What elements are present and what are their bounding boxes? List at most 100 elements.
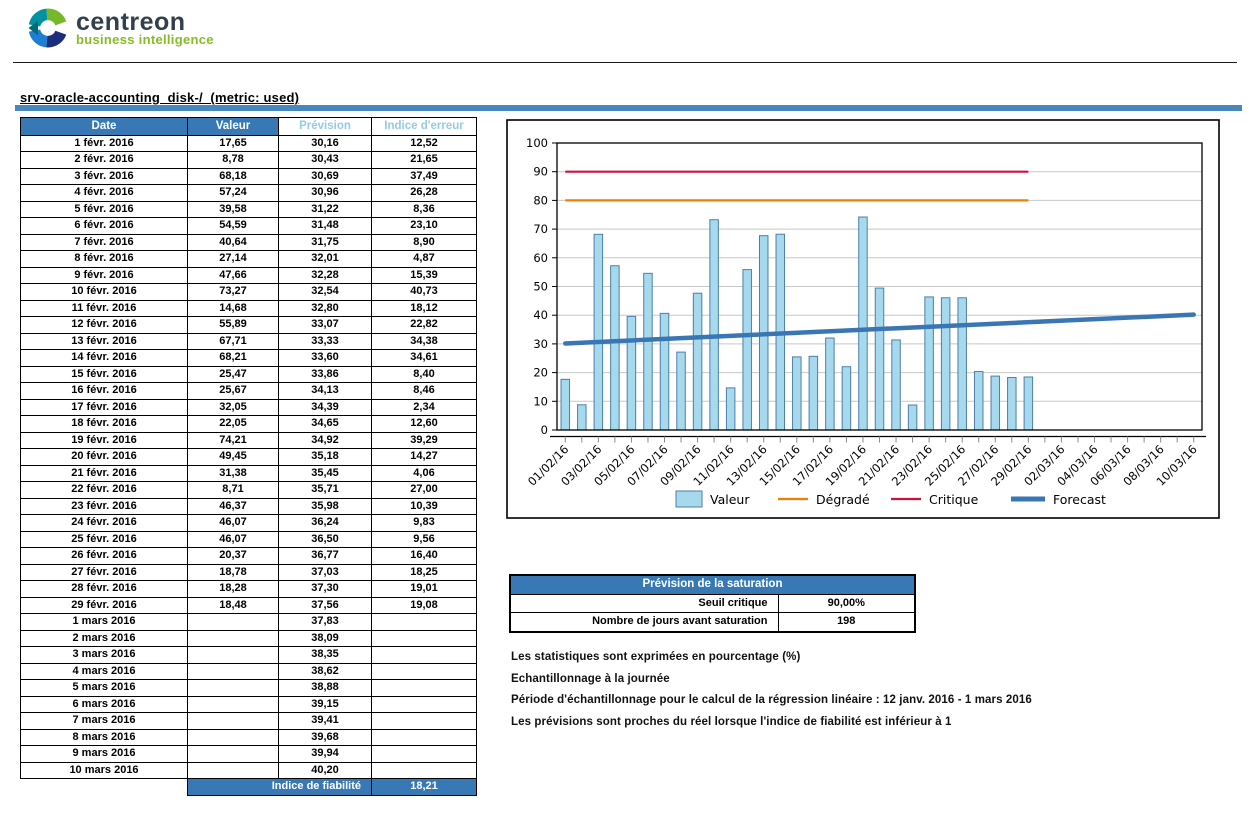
table-cell: 25,47 — [188, 366, 279, 383]
table-cell — [188, 663, 279, 680]
table-row: 14 févr. 201668,2133,6034,61 — [21, 350, 477, 367]
table-cell: 8,40 — [372, 366, 477, 383]
table-cell: 46,07 — [188, 515, 279, 532]
report-title: srv-oracle-accounting disk-/ (metric: us… — [20, 90, 299, 105]
table-cell: 68,18 — [188, 168, 279, 185]
table-cell: 35,18 — [279, 449, 372, 466]
report-page: centreon business intelligence srv-oracl… — [0, 0, 1249, 816]
y-tick-label: 90 — [533, 165, 548, 179]
table-cell: 11 févr. 2016 — [21, 300, 188, 317]
table-cell: 55,89 — [188, 317, 279, 334]
table-cell — [188, 647, 279, 664]
table-row: 26 févr. 201620,3736,7716,40 — [21, 548, 477, 565]
note-line: Echantillonnage à la journée — [511, 673, 1032, 685]
table-row: 8 févr. 201627,1432,014,87 — [21, 251, 477, 268]
saturation-row-value: 198 — [778, 613, 915, 632]
table-cell: 34,61 — [372, 350, 477, 367]
table-cell: 18,28 — [188, 581, 279, 598]
table-cell — [188, 696, 279, 713]
table-cell: 46,07 — [188, 531, 279, 548]
note-line: Les statistiques sont exprimées en pourc… — [511, 651, 1032, 663]
value-bar — [743, 270, 752, 430]
table-row: 2 févr. 20168,7830,4321,65 — [21, 152, 477, 169]
table-cell: 36,50 — [279, 531, 372, 548]
table-cell: 22,82 — [372, 317, 477, 334]
table-cell: 2,34 — [372, 399, 477, 416]
table-cell: 9,56 — [372, 531, 477, 548]
table-cell — [372, 746, 477, 763]
table-cell — [372, 663, 477, 680]
table-cell: 30,69 — [279, 168, 372, 185]
table-cell: 8,71 — [188, 482, 279, 499]
table-cell: 34,39 — [279, 399, 372, 416]
table-cell: 8 févr. 2016 — [21, 251, 188, 268]
table-row: 4 mars 201638,62 — [21, 663, 477, 680]
table-row: 12 févr. 201655,8933,0722,82 — [21, 317, 477, 334]
table-cell: 31,75 — [279, 234, 372, 251]
table-cell — [372, 647, 477, 664]
table-cell: 73,27 — [188, 284, 279, 301]
table-row: 5 mars 201638,88 — [21, 680, 477, 697]
table-cell: 8 mars 2016 — [21, 729, 188, 746]
table-cell: 18,78 — [188, 564, 279, 581]
value-bar — [594, 234, 603, 430]
table-cell: 23 févr. 2016 — [21, 498, 188, 515]
table-row: 3 févr. 201668,1830,6937,49 — [21, 168, 477, 185]
col-header-date: Date — [21, 118, 188, 136]
legend-swatch-valeur — [676, 491, 702, 507]
table-cell: 33,33 — [279, 333, 372, 350]
table-cell — [372, 696, 477, 713]
table-cell: 31,22 — [279, 201, 372, 218]
value-bar — [660, 313, 669, 430]
table-cell: 7 mars 2016 — [21, 713, 188, 730]
value-bar — [578, 405, 587, 430]
table-cell: 37,49 — [372, 168, 477, 185]
table-cell: 32,01 — [279, 251, 372, 268]
legend-label-valeur: Valeur — [710, 492, 750, 507]
saturation-table: Prévision de la saturation Seuil critiqu… — [509, 574, 916, 633]
table-cell: 18,25 — [372, 564, 477, 581]
table-cell: 27 févr. 2016 — [21, 564, 188, 581]
table-cell: 35,71 — [279, 482, 372, 499]
value-bar — [627, 316, 636, 430]
table-cell — [188, 680, 279, 697]
table-cell: 30,96 — [279, 185, 372, 202]
table-cell: 33,86 — [279, 366, 372, 383]
table-cell: 19,01 — [372, 581, 477, 598]
table-cell: 39,29 — [372, 432, 477, 449]
table-cell: 1 févr. 2016 — [21, 135, 188, 152]
table-cell: 23,10 — [372, 218, 477, 235]
forecast-chart: 010203040506070809010001/02/1603/02/1605… — [506, 119, 1220, 519]
table-cell: 33,07 — [279, 317, 372, 334]
table-cell: 3 mars 2016 — [21, 647, 188, 664]
table-cell: 4,06 — [372, 465, 477, 482]
table-cell: 35,98 — [279, 498, 372, 515]
table-row: 16 févr. 201625,6734,138,46 — [21, 383, 477, 400]
table-cell — [188, 614, 279, 631]
table-cell: 18,12 — [372, 300, 477, 317]
table-cell: 9 févr. 2016 — [21, 267, 188, 284]
table-cell: 15,39 — [372, 267, 477, 284]
table-cell: 16 févr. 2016 — [21, 383, 188, 400]
table-cell: 49,45 — [188, 449, 279, 466]
y-tick-label: 10 — [533, 394, 548, 408]
table-row: 21 févr. 201631,3835,454,06 — [21, 465, 477, 482]
value-bar — [677, 352, 686, 430]
table-cell: 3 févr. 2016 — [21, 168, 188, 185]
y-tick-label: 0 — [541, 423, 548, 437]
saturation-row: Seuil critique90,00% — [510, 594, 915, 613]
table-cell: 40,20 — [279, 762, 372, 779]
table-row: 10 mars 201640,20 — [21, 762, 477, 779]
table-cell: 19 févr. 2016 — [21, 432, 188, 449]
table-cell: 32,54 — [279, 284, 372, 301]
value-bar — [875, 288, 884, 430]
table-cell: 34,65 — [279, 416, 372, 433]
table-cell: 4 févr. 2016 — [21, 185, 188, 202]
table-cell: 8,36 — [372, 201, 477, 218]
table-cell — [372, 680, 477, 697]
value-bar — [826, 338, 835, 430]
y-tick-label: 100 — [526, 136, 548, 150]
table-cell: 38,88 — [279, 680, 372, 697]
y-tick-label: 60 — [533, 251, 548, 265]
value-bar — [1008, 378, 1017, 430]
